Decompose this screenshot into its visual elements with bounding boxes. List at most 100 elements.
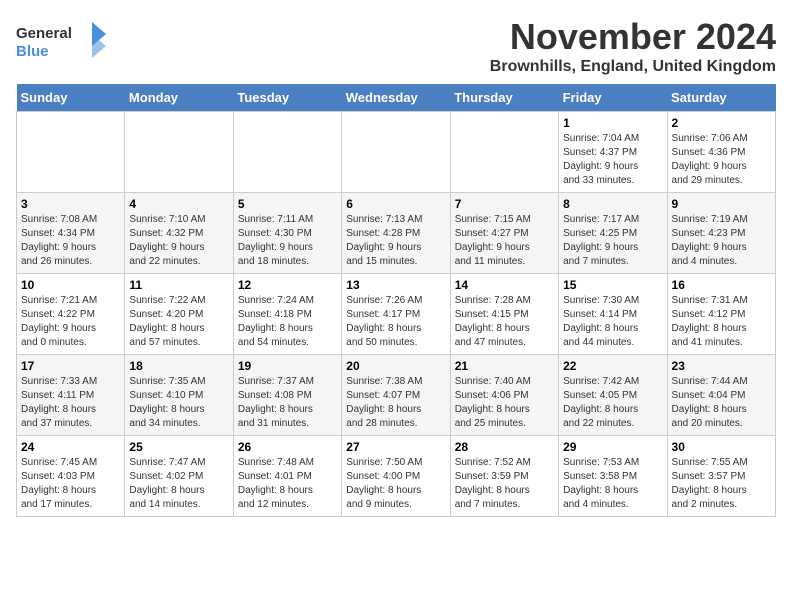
day-number: 5 [238, 197, 337, 211]
day-info: Sunrise: 7:04 AM Sunset: 4:37 PM Dayligh… [563, 132, 662, 188]
day-header-friday: Friday [559, 84, 667, 112]
calendar-cell: 2 Sunrise: 7:06 AM Sunset: 4:36 PM Daylig… [667, 112, 775, 193]
day-number: 3 [21, 197, 120, 211]
day-info: Sunrise: 7:42 AM Sunset: 4:05 PM Dayligh… [563, 375, 662, 431]
logo-svg: General Blue [16, 20, 106, 65]
day-number: 6 [346, 197, 445, 211]
day-info: Sunrise: 7:21 AM Sunset: 4:22 PM Dayligh… [21, 294, 120, 350]
calendar-table: SundayMondayTuesdayWednesdayThursdayFrid… [16, 84, 776, 517]
calendar-cell: 9Sunrise: 7:19 AM Sunset: 4:23 PM Daylig… [667, 193, 775, 274]
day-info: Sunrise: 7:33 AM Sunset: 4:11 PM Dayligh… [21, 375, 120, 431]
day-number: 2 [672, 116, 771, 130]
day-number: 7 [455, 197, 554, 211]
day-info: Sunrise: 7:11 AM Sunset: 4:30 PM Dayligh… [238, 213, 337, 269]
day-info: Sunrise: 7:08 AM Sunset: 4:34 PM Dayligh… [21, 213, 120, 269]
day-number: 28 [455, 440, 554, 454]
calendar-week-4: 17Sunrise: 7:33 AM Sunset: 4:11 PM Dayli… [17, 355, 776, 436]
svg-text:Blue: Blue [16, 43, 49, 60]
day-number: 14 [455, 278, 554, 292]
day-info: Sunrise: 7:26 AM Sunset: 4:17 PM Dayligh… [346, 294, 445, 350]
day-info: Sunrise: 7:15 AM Sunset: 4:27 PM Dayligh… [455, 213, 554, 269]
day-number: 21 [455, 359, 554, 373]
day-number: 30 [672, 440, 771, 454]
calendar-cell: 11 Sunrise: 7:22 AM Sunset: 4:20 PM Dayli… [125, 274, 233, 355]
calendar-week-1: 1 Sunrise: 7:04 AM Sunset: 4:37 PM Daylig… [17, 112, 776, 193]
calendar-cell: 4 Sunrise: 7:10 AM Sunset: 4:32 PM Daylig… [125, 193, 233, 274]
day-number: 9 [672, 197, 771, 211]
day-number: 26 [238, 440, 337, 454]
calendar-cell: 19Sunrise: 7:37 AM Sunset: 4:08 PM Dayli… [233, 355, 341, 436]
calendar-week-5: 24Sunrise: 7:45 AM Sunset: 4:03 PM Dayli… [17, 436, 776, 517]
calendar-cell: 7 Sunrise: 7:15 AM Sunset: 4:27 PM Daylig… [450, 193, 558, 274]
day-number: 12 [238, 278, 337, 292]
day-info: Sunrise: 7:55 AM Sunset: 3:57 PM Dayligh… [672, 456, 771, 512]
day-number: 18 [129, 359, 228, 373]
day-info: Sunrise: 7:13 AM Sunset: 4:28 PM Dayligh… [346, 213, 445, 269]
day-info: Sunrise: 7:44 AM Sunset: 4:04 PM Dayligh… [672, 375, 771, 431]
day-info: Sunrise: 7:45 AM Sunset: 4:03 PM Dayligh… [21, 456, 120, 512]
day-info: Sunrise: 7:17 AM Sunset: 4:25 PM Dayligh… [563, 213, 662, 269]
calendar-cell: 1 Sunrise: 7:04 AM Sunset: 4:37 PM Daylig… [559, 112, 667, 193]
location: Brownhills, England, United Kingdom [490, 58, 776, 76]
calendar-cell: 27Sunrise: 7:50 AM Sunset: 4:00 PM Dayli… [342, 436, 450, 517]
title-block: November 2024 Brownhills, England, Unite… [490, 16, 776, 76]
day-number: 4 [129, 197, 228, 211]
calendar-week-3: 10 Sunrise: 7:21 AM Sunset: 4:22 PM Dayli… [17, 274, 776, 355]
calendar-week-2: 3 Sunrise: 7:08 AM Sunset: 4:34 PM Daylig… [17, 193, 776, 274]
day-number: 10 [21, 278, 120, 292]
day-number: 1 [563, 116, 662, 130]
day-info: Sunrise: 7:06 AM Sunset: 4:36 PM Dayligh… [672, 132, 771, 188]
day-number: 20 [346, 359, 445, 373]
day-number: 29 [563, 440, 662, 454]
day-info: Sunrise: 7:22 AM Sunset: 4:20 PM Dayligh… [129, 294, 228, 350]
day-header-sunday: Sunday [17, 84, 125, 112]
day-info: Sunrise: 7:24 AM Sunset: 4:18 PM Dayligh… [238, 294, 337, 350]
calendar-cell: 16 Sunrise: 7:31 AM Sunset: 4:12 PM Dayli… [667, 274, 775, 355]
calendar-cell [17, 112, 125, 193]
calendar-cell: 25Sunrise: 7:47 AM Sunset: 4:02 PM Dayli… [125, 436, 233, 517]
day-info: Sunrise: 7:52 AM Sunset: 3:59 PM Dayligh… [455, 456, 554, 512]
calendar-cell [125, 112, 233, 193]
day-number: 13 [346, 278, 445, 292]
day-info: Sunrise: 7:47 AM Sunset: 4:02 PM Dayligh… [129, 456, 228, 512]
calendar-cell: 20 Sunrise: 7:38 AM Sunset: 4:07 PM Dayli… [342, 355, 450, 436]
day-info: Sunrise: 7:53 AM Sunset: 3:58 PM Dayligh… [563, 456, 662, 512]
logo: General Blue [16, 20, 106, 65]
page-header: General Blue November 2024 Brownhills, E… [16, 16, 776, 76]
day-header-monday: Monday [125, 84, 233, 112]
day-info: Sunrise: 7:31 AM Sunset: 4:12 PM Dayligh… [672, 294, 771, 350]
day-header-saturday: Saturday [667, 84, 775, 112]
day-number: 23 [672, 359, 771, 373]
month-title: November 2024 [490, 16, 776, 58]
calendar-cell: 6 Sunrise: 7:13 AM Sunset: 4:28 PM Daylig… [342, 193, 450, 274]
day-info: Sunrise: 7:10 AM Sunset: 4:32 PM Dayligh… [129, 213, 228, 269]
day-info: Sunrise: 7:48 AM Sunset: 4:01 PM Dayligh… [238, 456, 337, 512]
days-header-row: SundayMondayTuesdayWednesdayThursdayFrid… [17, 84, 776, 112]
day-info: Sunrise: 7:30 AM Sunset: 4:14 PM Dayligh… [563, 294, 662, 350]
svg-text:General: General [16, 25, 72, 42]
calendar-cell [233, 112, 341, 193]
day-info: Sunrise: 7:35 AM Sunset: 4:10 PM Dayligh… [129, 375, 228, 431]
calendar-cell: 29 Sunrise: 7:53 AM Sunset: 3:58 PM Dayli… [559, 436, 667, 517]
day-number: 11 [129, 278, 228, 292]
day-info: Sunrise: 7:28 AM Sunset: 4:15 PM Dayligh… [455, 294, 554, 350]
day-number: 27 [346, 440, 445, 454]
calendar-cell: 15Sunrise: 7:30 AM Sunset: 4:14 PM Dayli… [559, 274, 667, 355]
day-info: Sunrise: 7:38 AM Sunset: 4:07 PM Dayligh… [346, 375, 445, 431]
day-number: 19 [238, 359, 337, 373]
calendar-cell: 21 Sunrise: 7:40 AM Sunset: 4:06 PM Dayli… [450, 355, 558, 436]
day-info: Sunrise: 7:40 AM Sunset: 4:06 PM Dayligh… [455, 375, 554, 431]
calendar-cell: 8 Sunrise: 7:17 AM Sunset: 4:25 PM Daylig… [559, 193, 667, 274]
day-number: 22 [563, 359, 662, 373]
calendar-cell: 30 Sunrise: 7:55 AM Sunset: 3:57 PM Dayli… [667, 436, 775, 517]
calendar-cell: 24Sunrise: 7:45 AM Sunset: 4:03 PM Dayli… [17, 436, 125, 517]
calendar-cell: 14 Sunrise: 7:28 AM Sunset: 4:15 PM Dayli… [450, 274, 558, 355]
calendar-cell: 3 Sunrise: 7:08 AM Sunset: 4:34 PM Daylig… [17, 193, 125, 274]
day-number: 8 [563, 197, 662, 211]
calendar-cell: 26 Sunrise: 7:48 AM Sunset: 4:01 PM Dayli… [233, 436, 341, 517]
calendar-cell: 17Sunrise: 7:33 AM Sunset: 4:11 PM Dayli… [17, 355, 125, 436]
day-header-thursday: Thursday [450, 84, 558, 112]
calendar-cell: 10 Sunrise: 7:21 AM Sunset: 4:22 PM Dayli… [17, 274, 125, 355]
calendar-cell: 18 Sunrise: 7:35 AM Sunset: 4:10 PM Dayli… [125, 355, 233, 436]
day-number: 16 [672, 278, 771, 292]
